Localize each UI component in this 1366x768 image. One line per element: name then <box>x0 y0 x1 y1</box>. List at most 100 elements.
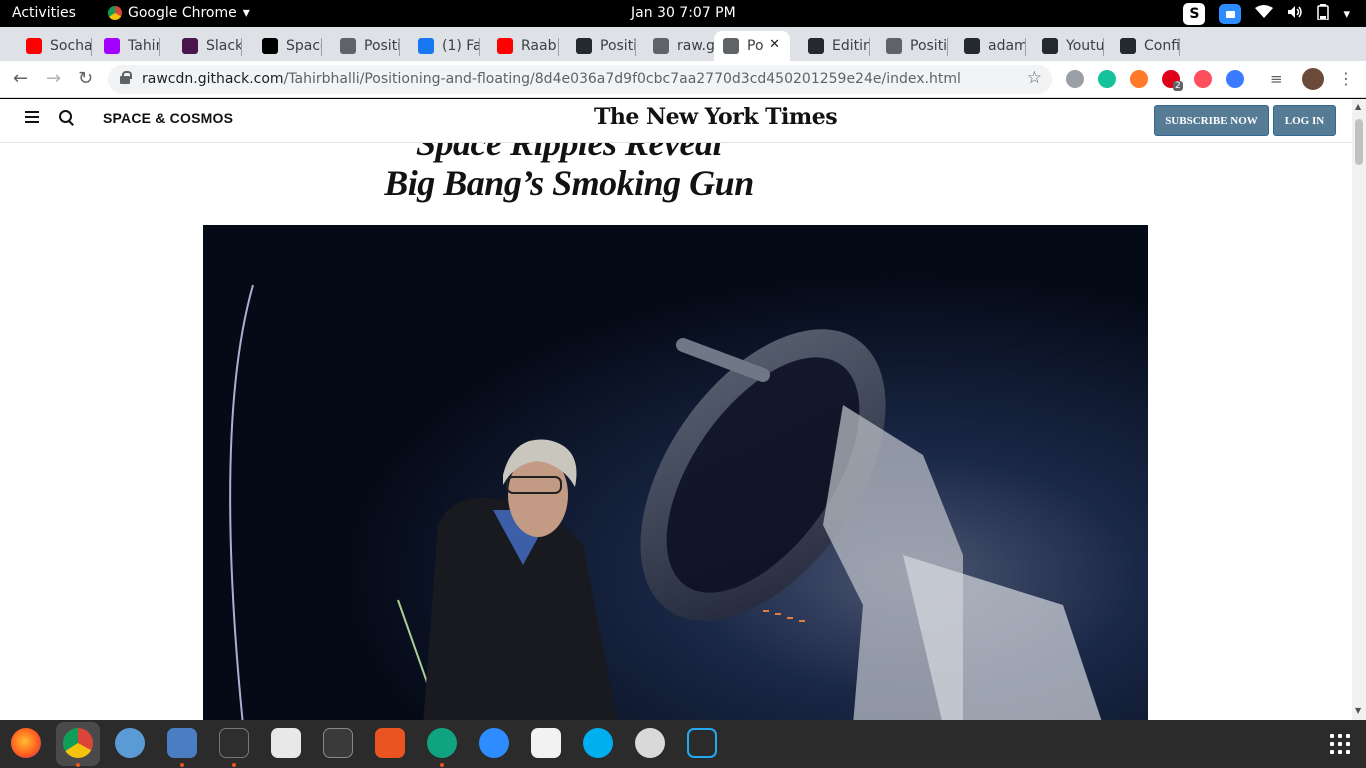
tab-9[interactable]: Po ✕ <box>714 31 790 61</box>
media-control-icon[interactable]: ≡ <box>1270 70 1283 88</box>
chrome-icon <box>108 6 122 20</box>
clock[interactable]: Jan 30 7:07 PM <box>631 5 736 21</box>
thunderbird-icon[interactable] <box>115 728 145 758</box>
tab-separator <box>1179 38 1180 56</box>
subscribe-button[interactable]: SUBSCRIBE NOW <box>1154 105 1269 136</box>
translate-extension-icon[interactable] <box>1066 70 1084 88</box>
terminal-icon[interactable] <box>219 728 249 758</box>
clockify-extension-icon[interactable] <box>1226 70 1244 88</box>
tab-6[interactable]: Raab <box>481 31 559 61</box>
lastpass-extension-icon[interactable] <box>1194 70 1212 88</box>
files-icon[interactable] <box>167 728 197 758</box>
nyt-logo[interactable]: The New York Times <box>594 104 838 130</box>
app-menu-label: Google Chrome <box>128 5 237 21</box>
tab-separator <box>321 38 322 56</box>
tab-favicon-icon <box>182 38 198 54</box>
running-indicator <box>180 763 184 767</box>
grammarly-extension-icon[interactable] <box>1098 70 1116 88</box>
tab-separator <box>399 38 400 56</box>
tab-11[interactable]: Positi <box>870 31 948 61</box>
reload-icon[interactable]: ↻ <box>78 68 93 89</box>
close-tab-icon[interactable]: ✕ <box>769 37 780 52</box>
tab-label: Editin <box>832 38 870 54</box>
firefox-icon[interactable] <box>11 728 41 758</box>
chrome-dock-icon[interactable] <box>63 728 93 758</box>
tab-13[interactable]: Youtu <box>1026 31 1104 61</box>
search-icon[interactable] <box>59 110 73 124</box>
tab-label: Confi <box>1144 38 1180 54</box>
tab-label: Socha <box>50 38 92 54</box>
tab-0[interactable]: Socha <box>10 31 92 61</box>
tab-4[interactable]: Positi <box>324 31 400 61</box>
software-center-icon[interactable] <box>375 728 405 758</box>
scroll-down-arrow-icon[interactable]: ▼ <box>1355 706 1361 715</box>
url-path: /Tahirbhalli/Positioning-and-floating/8d… <box>283 71 961 87</box>
tab-label: Raab <box>521 38 557 54</box>
volume-icon[interactable] <box>1287 5 1303 23</box>
shortcut-extension-icon[interactable] <box>1130 70 1148 88</box>
skype-tray-icon[interactable]: S <box>1183 3 1206 25</box>
page-scrollbar[interactable]: ▲ ▼ <box>1352 99 1366 720</box>
tab-3[interactable]: Space <box>246 31 322 61</box>
login-button[interactable]: LOG IN <box>1273 105 1336 136</box>
tab-14[interactable]: Confi <box>1104 31 1180 61</box>
address-bar[interactable]: rawcdn.githack.com/Tahirbhalli/Positioni… <box>108 65 1052 94</box>
vscode-icon[interactable] <box>687 728 717 758</box>
skype-icon[interactable] <box>583 728 613 758</box>
system-tray[interactable]: S ▾ <box>1183 3 1350 25</box>
tab-label: raw.g <box>677 38 714 54</box>
tab-strip: Socha Tahir' Slack Space Positi (1) Fa Raab Pos… <box>0 27 1366 84</box>
wifi-icon[interactable] <box>1255 5 1274 23</box>
tab-label: Positi <box>364 38 400 54</box>
tab-10[interactable]: Editin <box>792 31 870 61</box>
scrollbar-thumb[interactable] <box>1355 119 1363 165</box>
section-link[interactable]: SPACE & COSMOS <box>103 110 233 126</box>
bookmark-star-icon[interactable]: ☆ <box>1027 68 1042 88</box>
document-viewer-icon[interactable] <box>271 728 301 758</box>
tab-favicon-icon <box>418 38 434 54</box>
tab-favicon-icon <box>653 38 669 54</box>
nyt-header: SPACE & COSMOS The New York Times SUBSCR… <box>0 99 1352 143</box>
tab-favicon-icon <box>964 38 980 54</box>
system-menu-caret-icon[interactable]: ▾ <box>1343 7 1350 22</box>
browser-toolbar: ← → ↻ rawcdn.githack.com/Tahirbhalli/Pos… <box>0 61 1366 98</box>
tab-2[interactable]: Slack <box>166 31 242 61</box>
chrome-menu-icon[interactable]: ⋮ <box>1338 69 1354 88</box>
text-editor-icon[interactable] <box>531 728 561 758</box>
taskbar-dock <box>0 720 1366 768</box>
tab-label: Youtu <box>1066 38 1104 54</box>
tab-5[interactable]: (1) Fa <box>402 31 480 61</box>
forward-arrow-icon[interactable]: → <box>46 68 61 89</box>
profile-avatar[interactable] <box>1302 68 1324 90</box>
app-menu[interactable]: Google Chrome ▾ <box>108 5 250 21</box>
chatgpt-icon[interactable] <box>427 728 457 758</box>
tab-separator <box>558 38 559 56</box>
url-host: rawcdn.githack.com <box>142 71 284 87</box>
show-applications-icon[interactable] <box>1330 734 1350 754</box>
screenshot-tool-icon[interactable] <box>635 728 665 758</box>
caret-down-icon: ▾ <box>242 5 250 21</box>
tab-12[interactable]: adam <box>948 31 1026 61</box>
page-viewport: Space Ripples Reveal Big Bang’s Smoking … <box>0 99 1352 720</box>
battery-icon[interactable] <box>1317 4 1330 24</box>
zoom-tray-icon[interactable] <box>1219 4 1242 24</box>
scroll-up-arrow-icon[interactable]: ▲ <box>1355 102 1361 111</box>
system-monitor-icon[interactable] <box>323 728 353 758</box>
tab-favicon-icon <box>262 38 278 54</box>
tab-8[interactable]: raw.g <box>637 31 714 61</box>
tab-7[interactable]: Positi <box>560 31 636 61</box>
tab-1[interactable]: Tahir' <box>88 31 160 61</box>
activities-button[interactable]: Activities <box>12 5 76 21</box>
system-top-bar: Activities Google Chrome ▾ Jan 30 7:07 P… <box>0 0 1366 27</box>
running-indicator <box>76 763 80 767</box>
zoom-icon[interactable] <box>479 728 509 758</box>
url-text[interactable]: rawcdn.githack.com/Tahirbhalli/Positioni… <box>142 71 961 87</box>
lock-icon[interactable] <box>120 71 132 84</box>
back-arrow-icon[interactable]: ← <box>13 68 28 89</box>
tab-favicon-icon <box>808 38 824 54</box>
hamburger-menu-icon[interactable] <box>25 111 39 123</box>
tab-label: Space <box>286 38 322 54</box>
tab-label: Po <box>747 38 764 54</box>
tab-label: Slack <box>206 38 242 54</box>
tab-favicon-icon <box>576 38 592 54</box>
